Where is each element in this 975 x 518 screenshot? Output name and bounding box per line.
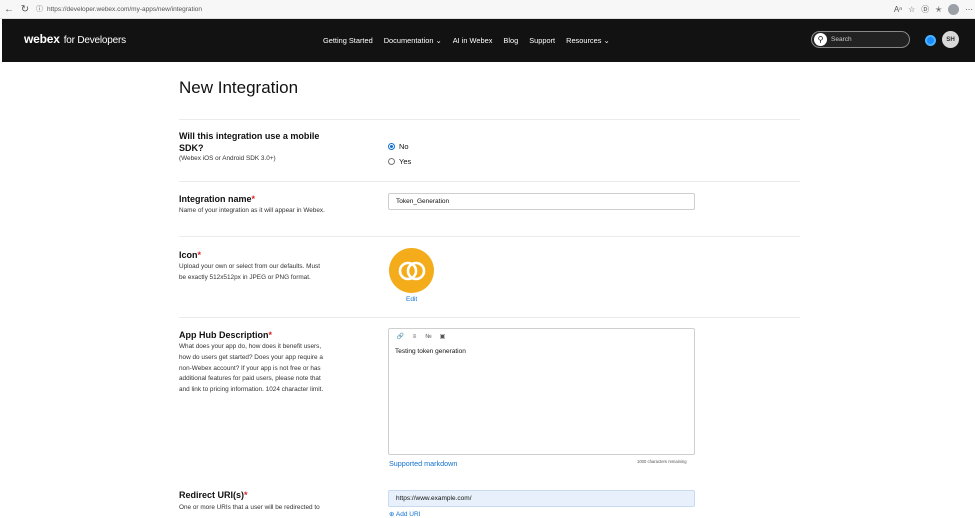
divider	[179, 236, 800, 237]
add-uri-link[interactable]: ⊕ Add URI	[389, 510, 420, 518]
edit-icon-link[interactable]: Edit	[406, 296, 417, 303]
profile-icon[interactable]	[948, 3, 959, 15]
read-aloud-icon[interactable]: Aⁿ	[894, 5, 902, 14]
rings-icon	[398, 261, 425, 280]
extension-icon[interactable]: Ⓓ	[921, 4, 929, 15]
icon-desc: Upload your own or select from our defau…	[179, 263, 321, 281]
browser-actions: Aⁿ ☆ Ⓓ ✭ ⋯	[894, 3, 973, 15]
nav-documentation-label: Documentation	[383, 36, 434, 45]
nav-resources[interactable]: Resources ⌄	[566, 36, 610, 45]
radio-no-control[interactable]	[388, 143, 395, 150]
supported-markdown-link[interactable]: Supported markdown	[389, 459, 457, 468]
divider	[179, 181, 800, 182]
nav-getting-started[interactable]: Getting Started	[323, 36, 373, 45]
nav-documentation[interactable]: Documentation ⌄	[384, 36, 442, 45]
redirect-uri-desc: One or more URIs that a user will be red…	[179, 504, 320, 511]
required-mark: *	[251, 194, 256, 204]
image-icon[interactable]: ▣	[439, 333, 446, 340]
redirect-uri-input[interactable]: https://www.example.com/	[388, 490, 695, 507]
logo-main: webex	[24, 32, 60, 46]
favorite-star-icon[interactable]: ☆	[908, 5, 915, 14]
integration-icon[interactable]	[389, 248, 434, 293]
chevron-down-icon: ⌄	[603, 36, 610, 45]
app-hub-description-label-text: App Hub Description	[179, 330, 269, 340]
logo-sub: for Developers	[63, 35, 126, 46]
webex-logo[interactable]: webex for Developers	[24, 32, 126, 46]
redirect-uri-label-text: Redirect URI(s)	[179, 490, 245, 500]
radio-yes-label: Yes	[399, 157, 412, 166]
icon-label: Icon*	[179, 250, 201, 260]
search-input[interactable]: ⚲ Search	[811, 31, 910, 48]
chevron-down-icon: ⌄	[435, 36, 442, 45]
favorites-icon[interactable]: ✭	[935, 5, 942, 14]
required-mark: *	[244, 490, 248, 500]
search-placeholder: Search	[831, 36, 852, 43]
divider	[179, 317, 800, 318]
page-title: New Integration	[179, 78, 299, 97]
site-info-icon[interactable]: ⓘ	[36, 4, 43, 14]
radio-no[interactable]: No	[388, 142, 409, 151]
search-icon: ⚲	[814, 33, 827, 46]
editor-toolbar: 🔗 ≡ № ▣	[389, 329, 694, 341]
site-header: webex for Developers Getting Started Docu…	[2, 19, 975, 62]
more-icon[interactable]: ⋯	[965, 5, 973, 14]
user-avatar[interactable]: SH	[942, 31, 959, 48]
characters-remaining: 1000 characters remaining	[637, 459, 687, 464]
mobile-sdk-label: Will this integration use a mobile SDK?	[179, 131, 320, 153]
address-bar[interactable]: ⓘ https://developer.webex.com/my-apps/ne…	[36, 3, 866, 16]
integration-name-label-text: Integration name	[179, 194, 252, 204]
webex-status-icon[interactable]	[925, 35, 936, 46]
icon-label-text: Icon	[179, 250, 198, 260]
nav-blog[interactable]: Blog	[503, 36, 518, 45]
app-hub-description-desc: What does your app do, how does it benef…	[179, 343, 324, 394]
divider	[179, 119, 800, 120]
integration-name-input[interactable]: Token_Generation	[388, 193, 695, 210]
nav-ai-in-webex[interactable]: AI in Webex	[453, 36, 493, 45]
nav-support[interactable]: Support	[529, 36, 555, 45]
integration-name-desc: Name of your integration as it will appe…	[179, 207, 325, 214]
main-nav: Getting Started Documentation ⌄ AI in We…	[323, 36, 610, 45]
editor-content[interactable]: Testing token generation	[395, 348, 466, 355]
redirect-uri-label: Redirect URI(s)*	[179, 490, 248, 500]
link-icon[interactable]: 🔗	[397, 333, 404, 340]
refresh-icon[interactable]: ↻	[18, 2, 32, 16]
radio-no-label: No	[399, 142, 409, 151]
radio-yes[interactable]: Yes	[388, 157, 411, 166]
app-hub-description-label: App Hub Description*	[179, 330, 272, 340]
mobile-sdk-note: (Webex iOS or Android SDK 3.0+)	[179, 155, 276, 162]
description-editor[interactable]: 🔗 ≡ № ▣ Testing token generation	[388, 328, 695, 455]
required-mark: *	[197, 250, 202, 260]
back-icon[interactable]: ←	[2, 2, 16, 16]
url-text: https://developer.webex.com/my-apps/new/…	[47, 5, 203, 13]
bullet-list-icon[interactable]: ≡	[411, 333, 418, 340]
required-mark: *	[268, 330, 273, 340]
browser-toolbar: ← ↻ ⓘ https://developer.webex.com/my-app…	[0, 0, 975, 19]
numbered-list-icon[interactable]: №	[425, 333, 432, 340]
integration-name-label: Integration name*	[179, 194, 255, 204]
radio-yes-control[interactable]	[388, 158, 395, 165]
nav-resources-label: Resources	[566, 36, 602, 45]
